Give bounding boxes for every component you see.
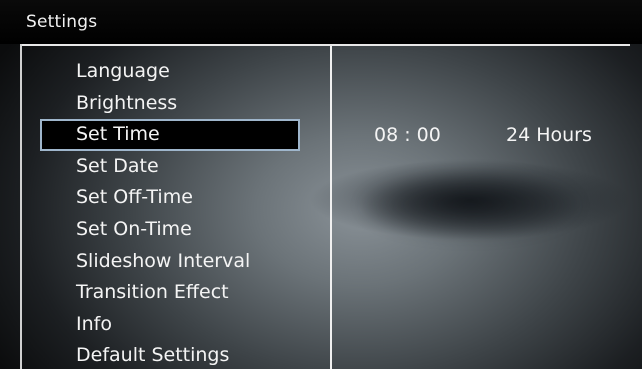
menu-item-set-on-time[interactable]: Set On-Time [40,214,300,246]
panel-divider [330,46,332,369]
left-frame-line [20,44,22,369]
settings-menu: Language Brightness Set Time Set Date Se… [40,56,300,369]
background-shadow [360,170,580,240]
menu-item-slideshow-interval[interactable]: Slideshow Interval [40,246,300,278]
time-format-value[interactable]: 24 Hours [506,124,592,146]
menu-item-info[interactable]: Info [40,309,300,341]
settings-screen: Settings Language Brightness Set Time Se… [0,0,642,369]
menu-item-default-settings[interactable]: Default Settings [40,340,300,369]
page-title: Settings [26,12,98,32]
menu-item-language[interactable]: Language [40,56,300,88]
title-bar: Settings [0,0,642,44]
menu-item-set-off-time[interactable]: Set Off-Time [40,182,300,214]
menu-item-set-date[interactable]: Set Date [40,151,300,183]
time-value[interactable]: 08 : 00 [374,124,441,146]
menu-item-set-time[interactable]: Set Time [40,119,300,151]
menu-item-brightness[interactable]: Brightness [40,88,300,120]
menu-item-transition-effect[interactable]: Transition Effect [40,277,300,309]
title-divider [20,44,630,46]
